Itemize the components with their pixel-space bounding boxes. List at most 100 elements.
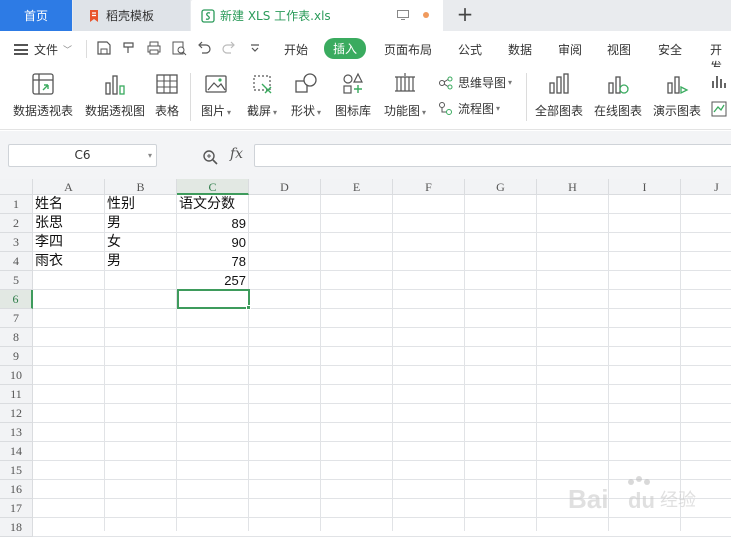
row-header-1[interactable]: 1 [0,195,33,214]
pivot-table-button[interactable]: 数据透视表 [12,71,74,119]
row-header-10[interactable]: 10 [0,366,33,385]
print-icon[interactable] [146,40,162,56]
menu-security[interactable]: 安全 [658,41,682,58]
column-header-c[interactable]: C [177,179,249,195]
mind-map-button[interactable]: 思维导图 ▾ [438,74,512,91]
caret-down-icon: ▾ [422,108,427,117]
row-header-8[interactable]: 8 [0,328,33,347]
menu-review[interactable]: 审阅 [558,41,582,58]
line-chart-icon[interactable] [711,101,727,117]
file-menu[interactable]: 文件 ﹀ [14,41,72,58]
row-header-15[interactable]: 15 [0,461,33,480]
pivot-chart-button[interactable]: 数据透视图 [84,71,146,119]
shape-button[interactable]: 形状 ▾ [288,71,324,119]
grid-line [33,327,731,328]
menu-data[interactable]: 数据 [508,41,532,58]
docer-logo-icon [90,9,98,22]
unsaved-dot-icon[interactable] [423,12,429,18]
formula-input[interactable] [254,144,731,167]
menu-page-layout[interactable]: 页面布局 [384,41,432,58]
cell-b2[interactable]: 男 [107,214,121,233]
monitor-icon[interactable] [397,10,409,20]
column-header-e[interactable]: E [321,179,393,195]
cell-a2[interactable]: 张思 [35,214,63,233]
cell-a3[interactable]: 李四 [35,233,63,252]
row-header-17[interactable]: 17 [0,499,33,518]
picture-button[interactable]: 图片 ▾ [198,71,234,119]
table-button[interactable]: 表格 [152,71,182,119]
fill-handle[interactable] [246,305,251,310]
cell-a1[interactable]: 姓名 [35,195,63,214]
column-header-j[interactable]: J [681,179,731,195]
tab-file[interactable]: 新建 XLS 工作表.xls [191,0,443,31]
row-header-14[interactable]: 14 [0,442,33,461]
cell-b3[interactable]: 女 [107,233,121,252]
row-header-11[interactable]: 11 [0,385,33,404]
row-header-12[interactable]: 12 [0,404,33,423]
save-icon[interactable] [96,40,112,56]
tab-home-label: 首页 [23,9,48,23]
menu-start[interactable]: 开始 [284,41,308,58]
online-charts-button[interactable]: 在线图表 [593,71,643,119]
online-charts-label: 在线图表 [593,104,642,118]
svg-text:Bai: Bai [568,484,608,514]
function-chart-button[interactable]: 功能图 ▾ [381,71,429,119]
customize-toolbar-icon[interactable] [247,40,263,56]
name-box[interactable]: C6 ▾ [8,144,157,167]
all-charts-button[interactable]: 全部图表 [534,71,584,119]
new-tab-button[interactable]: + [455,4,475,25]
row-header-5[interactable]: 5 [0,271,33,290]
cell-c5[interactable]: 257 [177,271,246,290]
cell-b4[interactable]: 男 [107,252,121,271]
screenshot-button[interactable]: 截屏 ▾ [243,71,281,119]
column-header-a[interactable]: A [33,179,105,195]
fx-button[interactable]: fx [230,146,243,162]
column-header-f[interactable]: F [393,179,465,195]
menu-insert[interactable]: 插入 [324,38,367,59]
pivot-chart-icon [105,75,125,95]
flow-chart-button[interactable]: 流程图 ▾ [438,100,500,117]
cell-a4[interactable]: 雨衣 [35,252,63,271]
row-header-7[interactable]: 7 [0,309,33,328]
column-header-i[interactable]: I [609,179,681,195]
row-header-6[interactable]: 6 [0,290,33,309]
row-header-13[interactable]: 13 [0,423,33,442]
flow-chart-icon [439,101,452,115]
select-all-corner[interactable] [0,179,33,195]
zoom-icon[interactable] [202,149,218,165]
cell-c4[interactable]: 78 [177,252,246,271]
grid-line [33,365,731,366]
tab-docer[interactable]: 稻壳模板 [73,0,190,31]
caret-down-icon[interactable]: ▾ [148,145,152,166]
column-header-d[interactable]: D [249,179,321,195]
cell-b1[interactable]: 性别 [107,195,135,214]
demo-charts-button[interactable]: 演示图表 [652,71,702,119]
format-painter-icon[interactable] [121,40,137,56]
column-header-b[interactable]: B [105,179,177,195]
menu-view[interactable]: 视图 [607,41,631,58]
tab-home[interactable]: 首页 [0,0,72,31]
active-cell-border[interactable] [177,289,250,309]
caret-down-icon: ▾ [508,78,513,87]
row-header-2[interactable]: 2 [0,214,33,233]
icon-library-icon [343,72,363,94]
grid-line [33,460,731,461]
column-header-g[interactable]: G [465,179,537,195]
cell-c1[interactable]: 语文分数 [179,195,235,214]
cell-c3[interactable]: 90 [177,233,246,252]
row-header-16[interactable]: 16 [0,480,33,499]
menu-formula[interactable]: 公式 [458,41,482,58]
print-preview-icon[interactable] [171,40,187,56]
cell-c2[interactable]: 89 [177,214,246,233]
row-header-3[interactable]: 3 [0,233,33,252]
bar-chart-icon[interactable] [711,73,727,89]
column-header-h[interactable]: H [537,179,609,195]
row-header-18[interactable]: 18 [0,518,33,537]
undo-icon[interactable] [196,40,212,56]
grid-line [248,195,249,531]
row-header-4[interactable]: 4 [0,252,33,271]
name-box-value: C6 [74,148,91,162]
icon-library-button[interactable]: 图标库 [333,71,373,119]
row-header-9[interactable]: 9 [0,347,33,366]
redo-icon[interactable] [221,40,237,56]
